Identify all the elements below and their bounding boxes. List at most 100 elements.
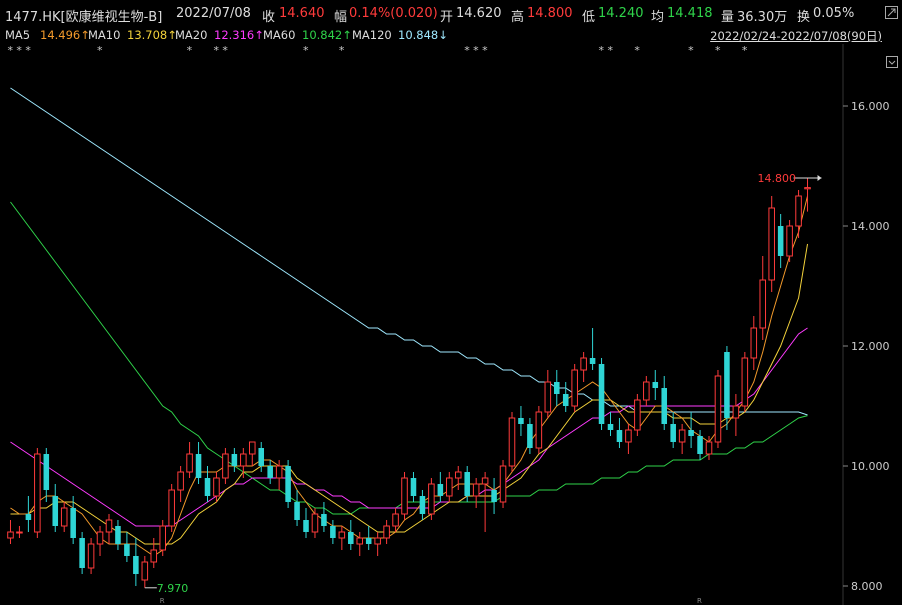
candle	[750, 316, 758, 370]
candle-body	[464, 472, 470, 496]
event-star: *	[222, 44, 228, 57]
ma5-value: 14.496↑	[40, 28, 90, 42]
candle-body	[499, 465, 507, 503]
candle	[732, 394, 740, 436]
candle	[714, 370, 722, 448]
event-star: *	[634, 44, 640, 57]
y-tick-label: 14.000	[851, 220, 890, 233]
candle	[249, 441, 256, 466]
candle-body	[661, 388, 668, 424]
candle-body	[741, 357, 749, 407]
candle-body	[52, 496, 59, 526]
candle	[124, 532, 130, 562]
candle-body	[750, 327, 758, 359]
candle	[786, 220, 793, 262]
candle-body	[105, 519, 113, 533]
candle-body	[607, 424, 614, 430]
candle-body	[732, 405, 740, 419]
candle-body	[177, 471, 184, 491]
ma60-line	[10, 201, 808, 515]
candle	[141, 556, 149, 588]
quote-header: 1477.HK[欧康维视生物-B] 2022/07/08 收 14.640 幅 …	[0, 0, 902, 28]
candle-body	[303, 520, 309, 532]
candle-body	[124, 544, 130, 556]
event-star: *	[482, 44, 488, 57]
candle	[25, 496, 32, 532]
candle-body	[535, 411, 543, 449]
candle	[383, 520, 390, 544]
candle	[401, 472, 408, 520]
candle	[724, 346, 730, 430]
candle	[7, 520, 14, 544]
ma20-value: 12.316↑	[214, 28, 264, 42]
event-star: *	[464, 44, 470, 57]
candle	[195, 442, 202, 484]
candle	[688, 412, 694, 448]
candle	[544, 370, 552, 418]
expand-icon[interactable]	[885, 6, 898, 19]
candle-body	[598, 364, 605, 424]
candle-body	[553, 382, 560, 394]
candle	[374, 532, 381, 556]
candle	[392, 508, 399, 532]
event-star: *	[97, 44, 103, 57]
candle-body	[518, 418, 524, 424]
candle-body	[34, 453, 41, 533]
r-marker: R	[160, 597, 165, 605]
candle-body	[60, 507, 68, 527]
close-value: 14.640	[279, 6, 325, 21]
ma20-line	[10, 327, 808, 527]
candle	[87, 538, 95, 574]
candlestick-chart[interactable]: * * * * * * * * * * * * * * * * * * 8.00010.00012.00014.0…	[0, 44, 902, 605]
candle-body	[240, 453, 247, 467]
candle	[34, 448, 41, 538]
candle	[428, 478, 435, 520]
event-star: *	[599, 44, 605, 57]
candle-body	[410, 478, 417, 496]
max-price-label: 14.800	[758, 172, 797, 185]
candle	[768, 196, 775, 292]
event-star: *	[213, 44, 219, 57]
candle	[16, 526, 23, 538]
candle-body	[401, 477, 408, 515]
candle-body	[249, 441, 256, 455]
event-markers: * * * * * * * * * * * * * * * * * *	[7, 44, 747, 57]
candle-body	[115, 526, 121, 544]
candle	[499, 460, 507, 508]
candle	[186, 442, 193, 478]
candle-body	[338, 531, 346, 539]
candle	[553, 370, 560, 406]
candle	[365, 526, 372, 550]
candle	[777, 214, 784, 268]
y-tick-label: 12.000	[851, 340, 890, 353]
candle-body	[168, 489, 175, 527]
candle-body	[527, 424, 533, 448]
candle-body	[16, 531, 23, 534]
candle-body	[383, 525, 390, 539]
candle-body	[419, 496, 426, 514]
candle-body	[204, 478, 211, 496]
candle-body	[446, 477, 453, 497]
candle-body	[43, 454, 50, 490]
candle-body	[79, 538, 85, 568]
candle-body	[96, 531, 104, 545]
candle-body	[724, 352, 730, 418]
candle	[222, 448, 229, 484]
candle	[177, 466, 184, 502]
event-star: *	[187, 44, 193, 57]
candle-body	[195, 454, 202, 478]
candle-body	[311, 513, 319, 533]
candle-body	[87, 543, 95, 569]
candle	[625, 424, 632, 454]
candle	[115, 520, 121, 550]
ma10-label: MA10	[88, 28, 121, 42]
avg-value: 14.418	[667, 6, 713, 21]
candle-body	[133, 556, 139, 574]
candle-body	[392, 513, 399, 527]
date-range-selector[interactable]: 2022/02/24-2022/07/08(90日)	[710, 28, 882, 44]
ma60-value: 10.842↑	[302, 28, 352, 42]
event-star: *	[7, 44, 13, 57]
candle	[518, 406, 524, 436]
candle	[311, 508, 319, 538]
high-label: 高	[511, 10, 525, 25]
